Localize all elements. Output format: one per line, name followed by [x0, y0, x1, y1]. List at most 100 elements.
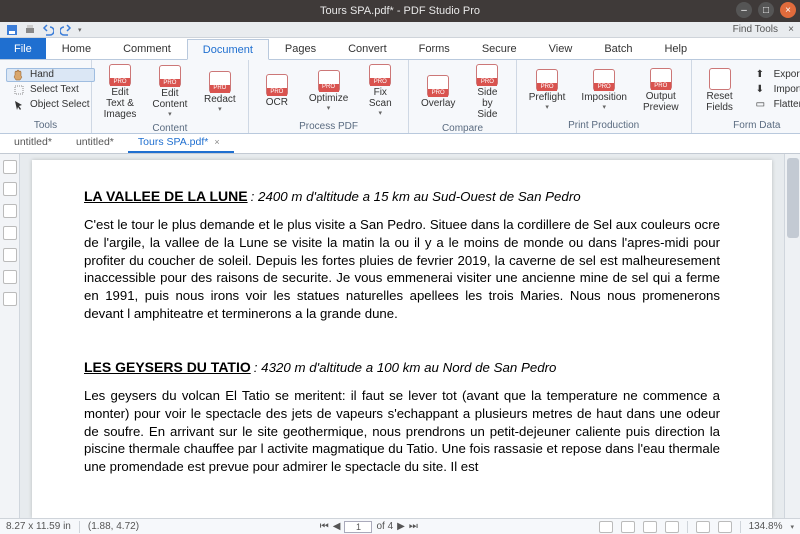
first-page-icon[interactable]: ⏮	[320, 521, 329, 532]
group-compare-label: Compare	[409, 122, 515, 136]
export-icon: ⬆	[756, 69, 770, 81]
vertical-scrollbar[interactable]	[784, 154, 800, 518]
section2-body: Les geysers du volcan El Tatio se merite…	[84, 387, 720, 476]
ribbon-tabstrip: File Home Comment Document Pages Convert…	[0, 38, 800, 60]
hand-icon	[12, 69, 26, 81]
text-cursor-icon	[12, 84, 26, 96]
doctab-untitled-2[interactable]: untitled*	[66, 134, 128, 153]
doctab-untitled-1[interactable]: untitled*	[4, 134, 66, 153]
output-preview-icon: PRO	[650, 68, 672, 90]
tab-help[interactable]: Help	[648, 38, 703, 59]
file-menu[interactable]: File	[0, 38, 46, 59]
group-print-label: Print Production	[517, 119, 691, 133]
continuous-view-icon[interactable]	[621, 521, 635, 533]
select-text-button[interactable]: Select Text	[6, 83, 95, 97]
preflight-icon: PRO	[536, 69, 558, 91]
last-page-icon[interactable]: ⏭	[409, 521, 418, 532]
side-by-side-button[interactable]: PROSide by Side	[465, 62, 510, 120]
scrollbar-thumb[interactable]	[787, 158, 799, 238]
tab-home[interactable]: Home	[46, 38, 107, 59]
optimize-icon: PRO	[318, 70, 340, 92]
imposition-button[interactable]: PROImposition▾	[575, 67, 633, 112]
layers-panel-icon[interactable]	[3, 226, 17, 240]
redact-button[interactable]: PRORedact▾	[198, 69, 242, 114]
cursor-position: (1.88, 4.72)	[88, 521, 139, 532]
comments-panel-icon[interactable]	[3, 248, 17, 262]
next-page-icon[interactable]: ▶	[397, 521, 405, 532]
doctab-tours-spa[interactable]: Tours SPA.pdf*×	[128, 134, 234, 153]
tags-panel-icon[interactable]	[3, 292, 17, 306]
titlebar: Tours SPA.pdf* - PDF Studio Pro – □ ×	[0, 0, 800, 22]
tab-convert[interactable]: Convert	[332, 38, 403, 59]
fix-scan-button[interactable]: PROFix Scan▾	[358, 62, 402, 118]
section1-title: LA VALLEE DE LA LUNE	[84, 188, 248, 204]
workspace: LA VALLEE DE LA LUNE : 2400 m d'altitude…	[0, 154, 800, 518]
group-form-label: Form Data	[692, 119, 800, 133]
flatten-button[interactable]: ▭Flatten	[750, 98, 800, 112]
signatures-panel-icon[interactable]	[3, 204, 17, 218]
output-preview-button[interactable]: PROOutput Preview	[637, 66, 685, 113]
fit-page-icon[interactable]	[718, 521, 732, 533]
section1-body: C'est le tour le plus demande et le plus…	[84, 216, 720, 323]
facing-view-icon[interactable]	[643, 521, 657, 533]
statusbar: 8.27 x 11.59 in (1.88, 4.72) ⏮ ◀ 1 of 4 …	[0, 518, 800, 534]
document-tabs: untitled* untitled* Tours SPA.pdf*×	[0, 134, 800, 154]
fit-width-icon[interactable]	[696, 521, 710, 533]
reset-fields-button[interactable]: Reset Fields	[698, 66, 742, 113]
tab-batch[interactable]: Batch	[588, 38, 648, 59]
facing-continuous-view-icon[interactable]	[665, 521, 679, 533]
section2-title: LES GEYSERS DU TATIO	[84, 359, 251, 375]
imposition-icon: PRO	[593, 69, 615, 91]
find-tools-input[interactable]: Find Tools	[733, 24, 778, 35]
import-button[interactable]: ⬇Import▾	[750, 83, 800, 97]
window-maximize-button[interactable]: □	[758, 2, 774, 18]
object-select-button[interactable]: Object Select	[6, 98, 95, 112]
undo-icon[interactable]	[42, 24, 54, 36]
overlay-button[interactable]: PROOverlay	[415, 73, 461, 109]
export-button[interactable]: ⬆Export▾	[750, 68, 800, 82]
window-minimize-button[interactable]: –	[736, 2, 752, 18]
quick-access-toolbar: ▾ Find Tools ×	[0, 22, 800, 38]
tab-comment[interactable]: Comment	[107, 38, 187, 59]
thumbnails-panel-icon[interactable]	[3, 160, 17, 174]
page-dimensions: 8.27 x 11.59 in	[6, 521, 71, 532]
prev-page-icon[interactable]: ◀	[333, 521, 341, 532]
print-icon[interactable]	[24, 24, 36, 36]
edit-text-images-button[interactable]: PROEdit Text & Images	[98, 62, 142, 120]
qat-more-icon[interactable]: ▾	[78, 26, 82, 34]
single-page-view-icon[interactable]	[599, 521, 613, 533]
window-close-button[interactable]: ×	[780, 2, 796, 18]
hand-tool-button[interactable]: Hand	[6, 68, 95, 82]
bookmarks-panel-icon[interactable]	[3, 182, 17, 196]
ocr-icon: PRO	[266, 74, 288, 96]
section1-meta: : 2400 m d'altitude a 15 km au Sud-Ouest…	[251, 189, 581, 204]
tab-document[interactable]: Document	[187, 39, 269, 60]
ribbon-collapse-icon[interactable]: ×	[788, 24, 794, 35]
ribbon: Hand Select Text Object Select Tools PRO…	[0, 60, 800, 134]
group-tools-label: Tools	[0, 119, 91, 133]
close-tab-icon[interactable]: ×	[214, 137, 219, 147]
attachments-panel-icon[interactable]	[3, 270, 17, 284]
redact-icon: PRO	[209, 71, 231, 93]
fix-scan-icon: PRO	[369, 64, 391, 86]
tab-secure[interactable]: Secure	[466, 38, 533, 59]
side-by-side-icon: PRO	[476, 64, 498, 86]
document-canvas[interactable]: LA VALLEE DE LA LUNE : 2400 m d'altitude…	[20, 154, 784, 518]
ocr-button[interactable]: PROOCR	[255, 72, 299, 108]
sidebar-tools	[0, 154, 20, 518]
optimize-button[interactable]: PROOptimize▾	[303, 68, 354, 113]
edit-content-button[interactable]: PROEdit Content▾	[146, 63, 194, 119]
page-navigator: ⏮ ◀ 1 of 4 ▶ ⏭	[320, 521, 418, 533]
page-number-input[interactable]: 1	[344, 521, 372, 533]
window-title: Tours SPA.pdf* - PDF Studio Pro	[320, 5, 480, 17]
redo-icon[interactable]	[60, 24, 72, 36]
tab-view[interactable]: View	[533, 38, 589, 59]
preflight-button[interactable]: PROPreflight▾	[523, 67, 572, 112]
zoom-level[interactable]: 134.8%	[749, 521, 783, 532]
save-icon[interactable]	[6, 24, 18, 36]
tab-forms[interactable]: Forms	[403, 38, 466, 59]
edit-content-icon: PRO	[159, 65, 181, 87]
tab-pages[interactable]: Pages	[269, 38, 332, 59]
page-total: of 4	[376, 521, 393, 532]
zoom-dropdown-icon[interactable]: ▾	[790, 523, 794, 531]
